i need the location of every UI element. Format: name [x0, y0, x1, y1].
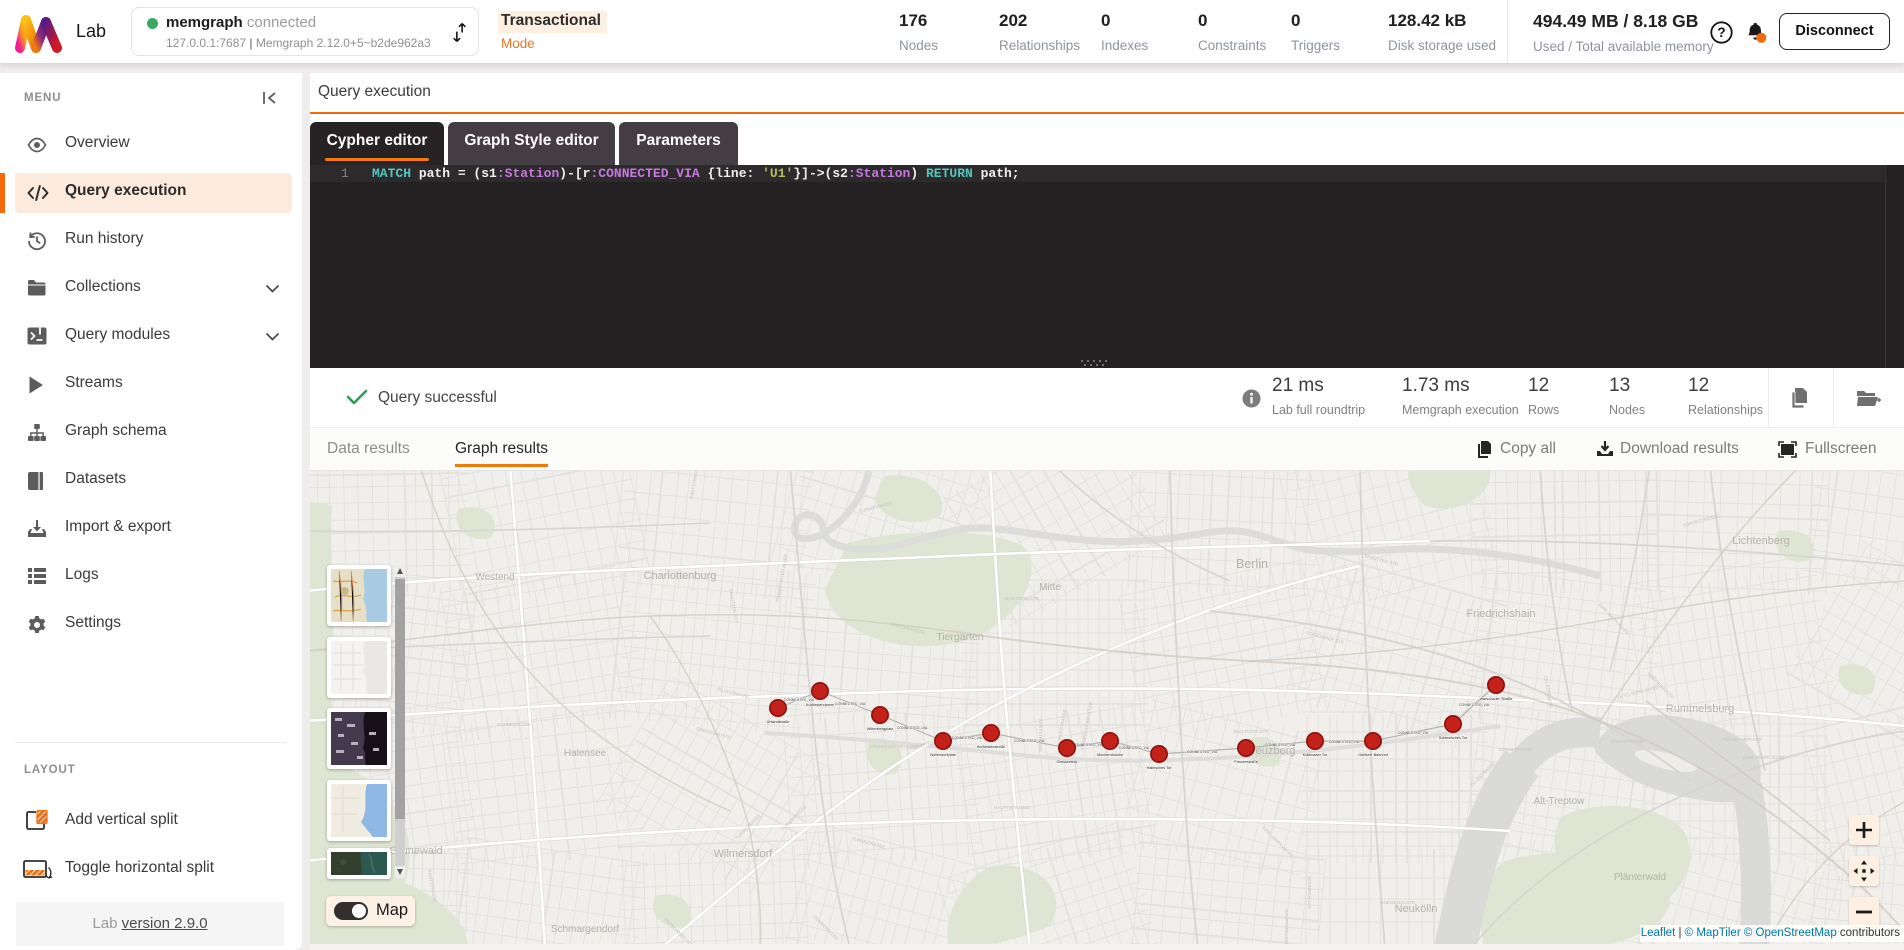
svg-text:CONNECTED_VIA: CONNECTED_VIA	[1459, 703, 1490, 707]
svg-text:Tiergarten: Tiergarten	[936, 631, 984, 643]
svg-text:Mitte: Mitte	[1039, 582, 1061, 593]
svg-text:CONNECTED_VIA: CONNECTED_VIA	[897, 726, 928, 730]
svg-text:SONNENALLEE: SONNENALLEE	[497, 722, 530, 727]
svg-text:CONNECTED_VIA: CONNECTED_VIA	[1073, 743, 1104, 747]
svg-text:CONNECTED_VIA: CONNECTED_VIA	[1265, 743, 1296, 747]
svg-text:Rummelsburg: Rummelsburg	[1666, 703, 1734, 715]
svg-text:Schlesisches Tor: Schlesisches Tor	[1439, 736, 1468, 740]
svg-text:Wittenbergplatz: Wittenbergplatz	[867, 727, 893, 731]
svg-text:CONNECTED_VIA: CONNECTED_VIA	[1187, 750, 1218, 754]
svg-text:Berlin: Berlin	[1236, 557, 1268, 571]
svg-text:Charlottenburg: Charlottenburg	[644, 570, 717, 582]
svg-text:Kurfürstenstraße: Kurfürstenstraße	[977, 745, 1005, 749]
svg-text:Halensee: Halensee	[564, 748, 607, 759]
svg-text:CONNECTED_VIA: CONNECTED_VIA	[784, 698, 815, 702]
svg-text:HAUPTSTRASSE: HAUPTSTRASSE	[994, 805, 1030, 810]
svg-text:Görlitzer Bahnhof: Görlitzer Bahnhof	[1358, 753, 1388, 757]
svg-text:HAUPTSTRASSE: HAUPTSTRASSE	[1284, 909, 1289, 944]
svg-text:Westend: Westend	[475, 572, 514, 583]
svg-text:Hallesches Tor: Hallesches Tor	[1147, 766, 1173, 770]
svg-text:TURMSTRASSE: TURMSTRASSE	[1498, 747, 1532, 752]
svg-text:CONNECTED_VIA: CONNECTED_VIA	[1014, 739, 1045, 743]
svg-text:Schmargendorf: Schmargendorf	[551, 924, 620, 935]
svg-text:Kottbusser Tor: Kottbusser Tor	[1303, 753, 1328, 757]
svg-text:CONNECTED_VIA: CONNECTED_VIA	[835, 702, 866, 706]
svg-text:Wilmersdorf: Wilmersdorf	[714, 848, 774, 860]
svg-text:Uhlandstraße: Uhlandstraße	[767, 720, 790, 724]
svg-text:CONNECTED_VIA: CONNECTED_VIA	[1119, 746, 1150, 750]
svg-text:Alt-Treptow: Alt-Treptow	[1534, 796, 1586, 807]
svg-text:CONNECTED_VIA: CONNECTED_VIA	[952, 736, 983, 740]
svg-text:Nollendorfplatz: Nollendorfplatz	[930, 753, 955, 757]
svg-text:Prinzenstraße: Prinzenstraße	[1234, 760, 1258, 764]
svg-text:Gleisdreieck: Gleisdreieck	[1057, 760, 1078, 764]
svg-text:Kurfürstendamm: Kurfürstendamm	[806, 703, 834, 707]
svg-text:CONNECTED_VIA: CONNECTED_VIA	[1398, 731, 1429, 735]
svg-text:Warschauer Straße: Warschauer Straße	[1480, 697, 1513, 701]
svg-text:POTSDAMER STR: POTSDAMER STR	[1723, 737, 1763, 742]
svg-text:Lichtenberg: Lichtenberg	[1732, 535, 1790, 547]
svg-text:SKALITZER STR: SKALITZER STR	[1233, 729, 1269, 734]
svg-text:KANTSTRASSE: KANTSTRASSE	[1038, 719, 1043, 752]
svg-text:GNEISENAUSTR: GNEISENAUSTR	[1380, 900, 1416, 905]
svg-text:SKALITZER STR: SKALITZER STR	[1004, 596, 1040, 601]
svg-text:SONNENALLEE: SONNENALLEE	[1307, 876, 1312, 909]
svg-text:KARL-MARX-ALLEE: KARL-MARX-ALLEE	[1743, 755, 1785, 760]
svg-text:Plänterwald: Plänterwald	[1614, 872, 1666, 883]
svg-text:KANTSTRASSE: KANTSTRASSE	[1611, 739, 1644, 744]
svg-text:?: ?	[1717, 25, 1725, 40]
svg-text:CONNECTED_VIA: CONNECTED_VIA	[1329, 740, 1360, 744]
svg-text:Möckernbrücke: Möckernbrücke	[1097, 753, 1123, 757]
svg-text:Friedrichshain: Friedrichshain	[1466, 608, 1535, 620]
